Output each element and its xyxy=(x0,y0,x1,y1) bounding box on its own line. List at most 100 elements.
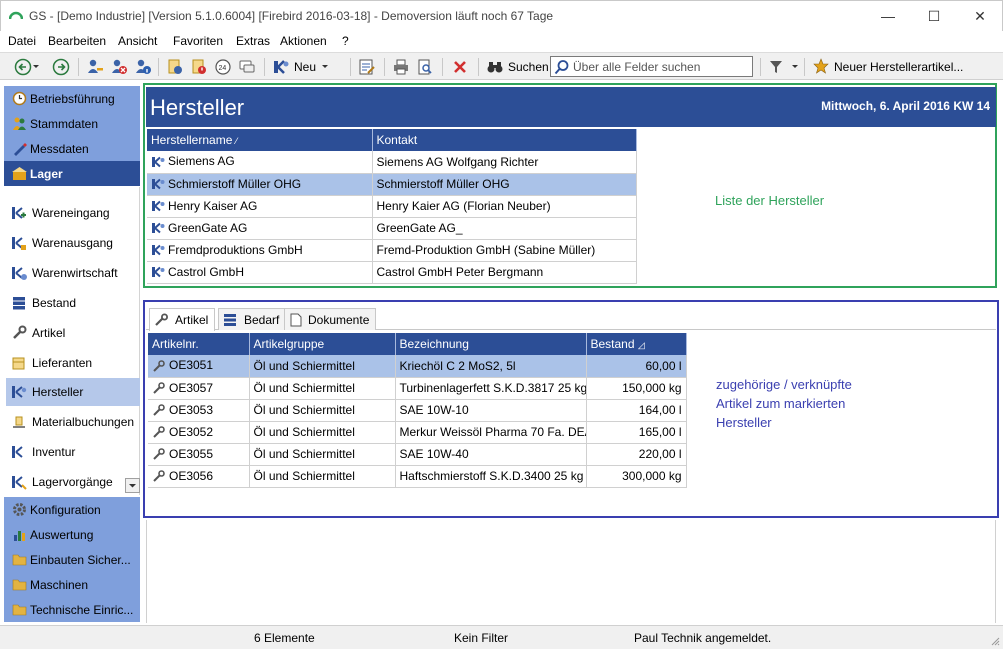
print-preview-button[interactable] xyxy=(416,57,434,77)
annotation-related-articles: zugehörige / verknüpfte Artikel zum mark… xyxy=(716,377,852,430)
user-remove-button[interactable] xyxy=(110,57,128,77)
table-row[interactable]: OE3055 Öl und Schiermittel SAE 10W-40 22… xyxy=(148,443,687,466)
article-group: Öl und Schiermittel xyxy=(249,399,396,422)
sidebar-group-konfiguration[interactable]: Konfiguration xyxy=(4,497,140,522)
table-row[interactable]: Fremdproduktions GmbH Fremd-Produktion G… xyxy=(147,239,637,262)
tab-dokumente[interactable]: Dokumente xyxy=(284,308,377,330)
table-header-row: Artikelnr. Artikelgruppe Bezeichnung Bes… xyxy=(148,333,687,355)
sidebar-item-bestand[interactable]: Bestand xyxy=(6,289,140,317)
user-add-button[interactable] xyxy=(86,57,104,77)
pen-icon xyxy=(14,143,27,156)
wrench-icon xyxy=(153,404,165,417)
search-box[interactable] xyxy=(550,56,753,77)
back-button[interactable] xyxy=(14,57,40,77)
manufacturer-contact: Henry Kaier AG (Florian Neuber) xyxy=(372,195,637,218)
folder-icon xyxy=(12,554,27,566)
table-row[interactable]: Castrol GmbH Castrol GmbH Peter Bergmann xyxy=(147,261,637,284)
column-header-artikelnr[interactable]: Artikelnr. xyxy=(148,333,250,355)
calendar-24-button[interactable]: 24 xyxy=(214,57,232,77)
menu-help[interactable]: ? xyxy=(342,34,349,48)
sidebar-item-hersteller[interactable]: Hersteller xyxy=(6,378,140,406)
user-info-icon xyxy=(136,59,151,74)
search-button[interactable]: Suchen xyxy=(486,57,549,77)
maximize-button[interactable]: ☐ xyxy=(911,1,957,31)
edit-list-button[interactable] xyxy=(358,57,376,77)
article-description: Kriechöl C 2 MoS2, 5l xyxy=(395,355,587,378)
forward-button[interactable] xyxy=(52,57,70,77)
article-number: OE3052 xyxy=(169,424,214,439)
warning-button[interactable] xyxy=(190,57,208,77)
table-row[interactable]: GreenGate AG GreenGate AG_ xyxy=(147,217,637,240)
filter-button[interactable] xyxy=(768,57,800,77)
sidebar-item-wareneingang[interactable]: Wareneingang xyxy=(6,199,140,227)
menu-extras[interactable]: Extras xyxy=(236,34,270,48)
sidebar-item-warenwirtschaft[interactable]: Warenwirtschaft xyxy=(6,259,140,287)
new-button[interactable]: Neu xyxy=(272,57,330,77)
manufacturer-icon xyxy=(152,267,165,278)
sidebar-item-materialbuchungen[interactable]: Materialbuchungen xyxy=(6,408,140,436)
manufacturer-icon xyxy=(152,245,165,256)
column-header-herstellername[interactable]: Herstellername ⁄ xyxy=(147,129,373,151)
article-description: SAE 10W-40 xyxy=(395,443,587,466)
chart-icon xyxy=(14,531,25,541)
sidebar-group-lager[interactable]: Lager xyxy=(4,161,140,186)
table-row-selected[interactable]: Schmierstoff Müller OHG Schmierstoff Mül… xyxy=(147,173,637,196)
toolbar-separator xyxy=(350,58,351,76)
new-article-star-icon xyxy=(813,58,829,74)
tab-bedarf[interactable]: Bedarf xyxy=(218,308,287,330)
resize-grip-icon[interactable] xyxy=(990,636,1000,646)
minimize-button[interactable]: — xyxy=(865,1,911,31)
search-input[interactable] xyxy=(573,59,751,74)
sidebar-group-messdaten[interactable]: Messdaten xyxy=(4,136,140,161)
table-row[interactable]: Henry Kaiser AG Henry Kaier AG (Florian … xyxy=(147,195,637,218)
table-row[interactable]: OE3057 Öl und Schiermittel Turbinenlager… xyxy=(148,377,687,400)
delete-button[interactable] xyxy=(452,57,468,77)
sidebar-group-technische-einrichtungen[interactable]: Technische Einric... xyxy=(4,597,140,622)
tab-artikel[interactable]: Artikel xyxy=(149,308,216,331)
print-button[interactable] xyxy=(392,57,410,77)
column-header-bestand[interactable]: Bestand ◿ xyxy=(586,333,687,355)
close-button[interactable]: ✕ xyxy=(957,1,1003,31)
table-row[interactable]: OE3052 Öl und Schiermittel Merkur Weissö… xyxy=(148,421,687,444)
sidebar-group-betriebsfuehrung[interactable]: Betriebsführung xyxy=(4,86,140,111)
table-row[interactable]: OE3056 Öl und Schiermittel Haftschmierst… xyxy=(148,465,687,488)
table-header-row: Herstellername ⁄ Kontakt xyxy=(147,129,637,151)
toolbar-separator xyxy=(760,58,761,76)
new-manufacturer-article-button[interactable]: Neuer Herstellerartikel... xyxy=(812,57,963,77)
menu-datei[interactable]: Datei xyxy=(8,34,36,48)
menu-aktionen[interactable]: Aktionen xyxy=(280,34,327,48)
tab-label: Dokumente xyxy=(308,312,370,327)
table-row[interactable]: OE3053 Öl und Schiermittel SAE 10W-10 16… xyxy=(148,399,687,422)
sidebar-item-lagervorgaenge[interactable]: Lagervorgänge xyxy=(6,468,140,496)
menu-bearbeiten[interactable]: Bearbeiten xyxy=(48,34,106,48)
scroll-down-icon xyxy=(129,484,136,488)
table-row-selected[interactable]: OE3051 Öl und Schiermittel Kriechöl C 2 … xyxy=(148,355,687,378)
article-stock: 220,00 l xyxy=(586,443,687,466)
booking-icon xyxy=(13,416,25,428)
sidebar-group-stammdaten[interactable]: Stammdaten xyxy=(4,111,140,136)
manufacturer-contact: Castrol GmbH Peter Bergmann xyxy=(372,261,637,284)
messages-button[interactable] xyxy=(238,57,256,77)
documents-button[interactable] xyxy=(166,57,184,77)
sidebar-item-warenausgang[interactable]: Warenausgang xyxy=(6,229,140,257)
menu-favoriten[interactable]: Favoriten xyxy=(173,34,223,48)
article-stock: 60,00 l xyxy=(586,355,687,378)
column-header-kontakt[interactable]: Kontakt xyxy=(372,129,637,151)
back-arrow-icon xyxy=(14,58,32,76)
sidebar-scroll-button[interactable] xyxy=(125,478,140,493)
article-number: OE3053 xyxy=(169,402,214,417)
sidebar-item-artikel[interactable]: Artikel xyxy=(6,319,140,347)
sidebar-group-einbauten[interactable]: Einbauten Sicher... xyxy=(4,547,140,572)
sidebar-group-maschinen[interactable]: Maschinen xyxy=(4,572,140,597)
menu-ansicht[interactable]: Ansicht xyxy=(118,34,157,48)
table-row[interactable]: Siemens AG Siemens AG Wolfgang Richter xyxy=(147,151,637,174)
user-info-button[interactable] xyxy=(134,57,152,77)
column-header-artikelgruppe[interactable]: Artikelgruppe xyxy=(249,333,396,355)
sidebar-item-lieferanten[interactable]: Lieferanten xyxy=(6,349,140,377)
sidebar-group-auswertung[interactable]: Auswertung xyxy=(4,522,140,547)
tab-label: Artikel xyxy=(175,313,209,327)
sidebar-group-label: Lager xyxy=(30,166,63,181)
column-header-bezeichnung[interactable]: Bezeichnung xyxy=(395,333,587,355)
article-number: OE3055 xyxy=(169,446,214,461)
sidebar-item-inventur[interactable]: Inventur xyxy=(6,438,140,466)
